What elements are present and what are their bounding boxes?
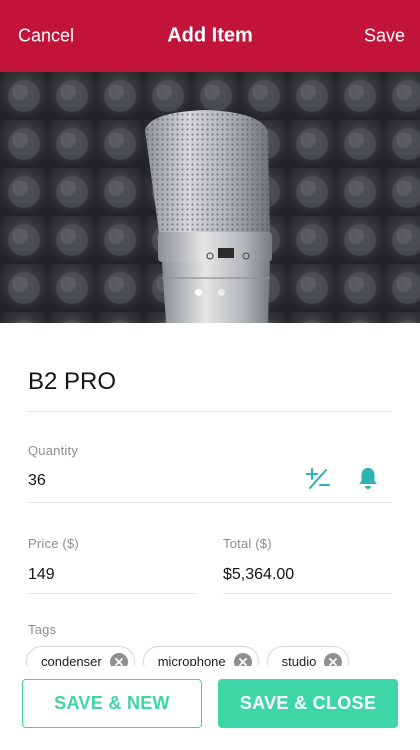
carousel-dot-2[interactable] <box>218 289 225 296</box>
carousel-dot-1[interactable] <box>195 289 202 296</box>
top-nav-bar: Cancel Add Item Save <box>0 0 420 72</box>
divider <box>223 593 392 594</box>
save-button[interactable]: Save <box>364 26 405 47</box>
price-input[interactable]: 149 <box>28 566 55 584</box>
quantity-input[interactable]: 36 <box>28 472 46 490</box>
total-value: $5,364.00 <box>223 566 295 583</box>
carousel-pagination <box>0 289 420 297</box>
total-label: Total ($) <box>223 536 272 551</box>
save-and-close-button[interactable]: SAVE & CLOSE <box>218 679 398 728</box>
item-name-input[interactable]: B2 PRO <box>28 368 116 396</box>
bell-icon[interactable] <box>357 466 379 495</box>
tags-label: Tags <box>28 622 57 637</box>
item-photo-carousel[interactable] <box>0 72 420 323</box>
quantity-label: Quantity <box>28 443 79 458</box>
price-label: Price ($) <box>28 536 79 551</box>
microphone-photo <box>0 72 420 323</box>
divider <box>28 411 392 412</box>
plus-minus-icon[interactable] <box>306 467 330 496</box>
divider <box>28 502 392 503</box>
cancel-button[interactable]: Cancel <box>18 26 74 47</box>
divider <box>28 593 196 594</box>
save-and-new-button[interactable]: SAVE & NEW <box>22 679 202 728</box>
